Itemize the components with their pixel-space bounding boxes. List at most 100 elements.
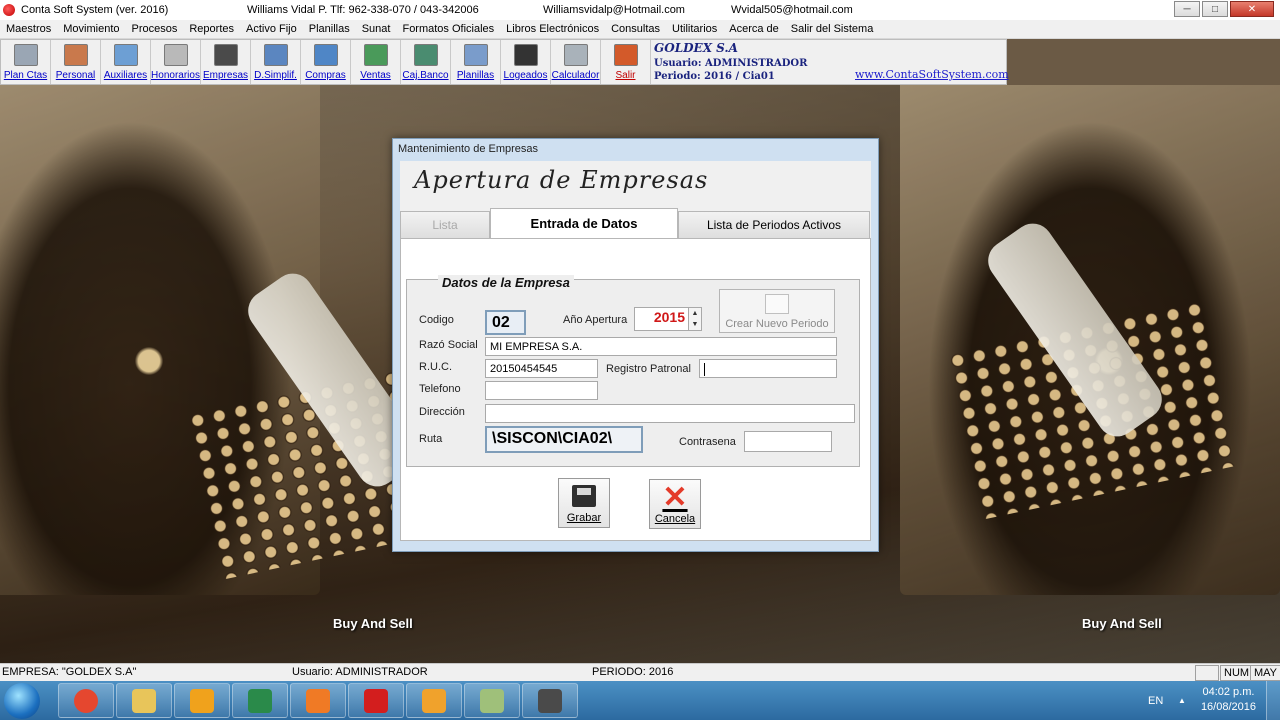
toolbar-button-label: D.Simplif. [254,70,297,81]
anio-spinner[interactable]: ▲ ▼ [688,307,702,331]
toolbar-button-empresas[interactable]: Empresas [201,40,251,84]
excel-icon [248,688,272,713]
language-indicator[interactable]: EN [1148,681,1163,720]
toolbar-button-calculador[interactable]: Calculador [551,40,601,84]
toolbar-button-plan-ctas[interactable]: Plan Ctas [1,40,51,84]
registro-patronal-field[interactable] [699,359,837,378]
tab-entrada-de-datos[interactable]: Entrada de Datos [490,208,678,238]
contrasena-field[interactable] [744,431,832,452]
taskbar-item[interactable] [522,683,578,718]
menu-planillas[interactable]: Planillas [309,23,350,35]
taskbar-item[interactable] [290,683,346,718]
crear-nuevo-periodo-button[interactable]: Crear Nuevo Periodo [719,289,835,333]
author-email-2: Wvidal505@hotmail.com [731,4,853,16]
taskbar-item[interactable] [174,683,230,718]
taskbar-item[interactable] [232,683,288,718]
toolbar-button-label: Logeados [503,70,548,81]
ruta-field[interactable]: \SISCON\CIA02\ [485,426,643,453]
title-bar: Conta Soft System (ver. 2016) Williams V… [0,0,1280,20]
telefono-field[interactable] [485,381,598,400]
menu-utilitarios[interactable]: Utilitarios [672,23,717,35]
toolbar-button-label: Honorarios [151,70,200,81]
taskbar: EN ▲ 04:02 p.m. 16/08/2016 [0,681,1280,720]
taskbar-item[interactable] [464,683,520,718]
company-period: Periodo: 2016 / Cia01 [654,71,775,82]
toolbar-button-label: Planillas [456,70,495,81]
menu-movimiento[interactable]: Movimiento [63,23,119,35]
show-desktop-button[interactable] [1266,681,1280,720]
toolbar-button-auxiliares[interactable]: Auxiliares [101,40,151,84]
toolbar-button-label: Personal [55,70,96,81]
taskbar-item[interactable] [406,683,462,718]
toolbar-button-compras[interactable]: Compras [301,40,351,84]
tab-lista-periodos-activos[interactable]: Lista de Periodos Activos [678,211,870,238]
toolbar-button-planillas[interactable]: Planillas [451,40,501,84]
telefono-label: Telefono [419,383,461,395]
minimize-button[interactable]: ─ [1174,1,1200,17]
tray-arrow-icon[interactable]: ▲ [1178,681,1186,720]
taskbar-item[interactable] [58,683,114,718]
toolbar-button-honorarios[interactable]: Honorarios [151,40,201,84]
start-button[interactable] [4,683,40,719]
menu-activo-fijo[interactable]: Activo Fijo [246,23,297,35]
taskbar-item[interactable] [348,683,404,718]
honorarios-icon [163,44,188,66]
window-controls: ─ □ ✕ [1174,1,1274,17]
status-bar: EMPRESA: "GOLDEX S.A" Usuario: ADMINISTR… [0,663,1280,681]
anio-apertura-field[interactable]: 2015 [634,307,690,331]
menu-consultas[interactable]: Consultas [611,23,660,35]
menu-salir-del-sistema[interactable]: Salir del Sistema [791,23,874,35]
clock-date: 16/08/2016 [1200,701,1256,713]
new-period-icon [765,294,789,314]
website-link[interactable]: www.ContaSoftSystem.com [855,68,1009,81]
salir-icon [613,44,638,66]
toolbar-button-ventas[interactable]: Ventas [351,40,401,84]
tab-lista[interactable]: Lista [400,211,490,238]
menu-formatos-oficiales[interactable]: Formatos Oficiales [402,23,494,35]
menu-acerca-de[interactable]: Acerca de [729,23,779,35]
apple-app-icon [364,688,388,713]
clock[interactable]: 04:02 p.m. 16/08/2016 [1201,685,1256,715]
file-explorer-icon [132,688,156,713]
personal-icon [63,44,88,66]
close-button[interactable]: ✕ [1230,1,1274,17]
diario-simplificado-icon [263,44,288,66]
plan-cuentas-icon [13,44,38,66]
anio-apertura-label: Año Apertura [563,314,628,326]
toolbar-button-caj-banco[interactable]: Caj.Banco [401,40,451,84]
status-usuario: Usuario: ADMINISTRADOR [292,666,428,678]
spin-down-icon[interactable]: ▼ [692,321,699,328]
tab-strip: Lista Entrada de Datos Lista de Periodos… [400,208,871,238]
menu-maestros[interactable]: Maestros [6,23,51,35]
spin-up-icon[interactable]: ▲ [692,310,699,317]
maximize-button[interactable]: □ [1202,1,1228,17]
ruc-field[interactable]: 20150454545 [485,359,598,378]
menu-procesos[interactable]: Procesos [132,23,178,35]
cancela-label: Cancela [654,513,696,525]
empresas-icon [213,44,238,66]
status-periodo: PERIODO: 2016 [592,666,674,678]
ruc-label: R.U.C. [419,361,452,373]
app-title: Conta Soft System (ver. 2016) [21,4,169,16]
grabar-button[interactable]: Grabar [558,478,610,528]
toolbar-button-label: Salir [615,70,636,81]
wallpaper-caption: Buy And Sell [1082,616,1162,631]
section-title: Datos de la Empresa [438,275,574,290]
empresas-dialog: Mantenimiento de Empresas Apertura de Em… [392,138,879,552]
toolbar-button-logeados[interactable]: Logeados [501,40,551,84]
notes-app-icon [480,688,504,713]
toolbar-button-salir[interactable]: Salir [601,40,651,84]
menu-reportes[interactable]: Reportes [189,23,234,35]
toolbar-button-personal[interactable]: Personal [51,40,101,84]
menu-libros-electronicos[interactable]: Libros Electrónicos [506,23,599,35]
taskbar-item[interactable] [116,683,172,718]
direccion-field[interactable] [485,404,855,423]
razon-social-field[interactable]: MI EMPRESA S.A. [485,337,837,356]
toolbar-button-d-simplif[interactable]: D.Simplif. [251,40,301,84]
codigo-field[interactable]: 02 [485,310,526,335]
cancela-button[interactable]: ✕ Cancela [649,479,701,529]
wallpaper-caption: Buy And Sell [333,616,413,631]
caja-banco-icon [413,44,438,66]
menu-sunat[interactable]: Sunat [362,23,391,35]
direccion-label: Dirección [419,406,465,418]
